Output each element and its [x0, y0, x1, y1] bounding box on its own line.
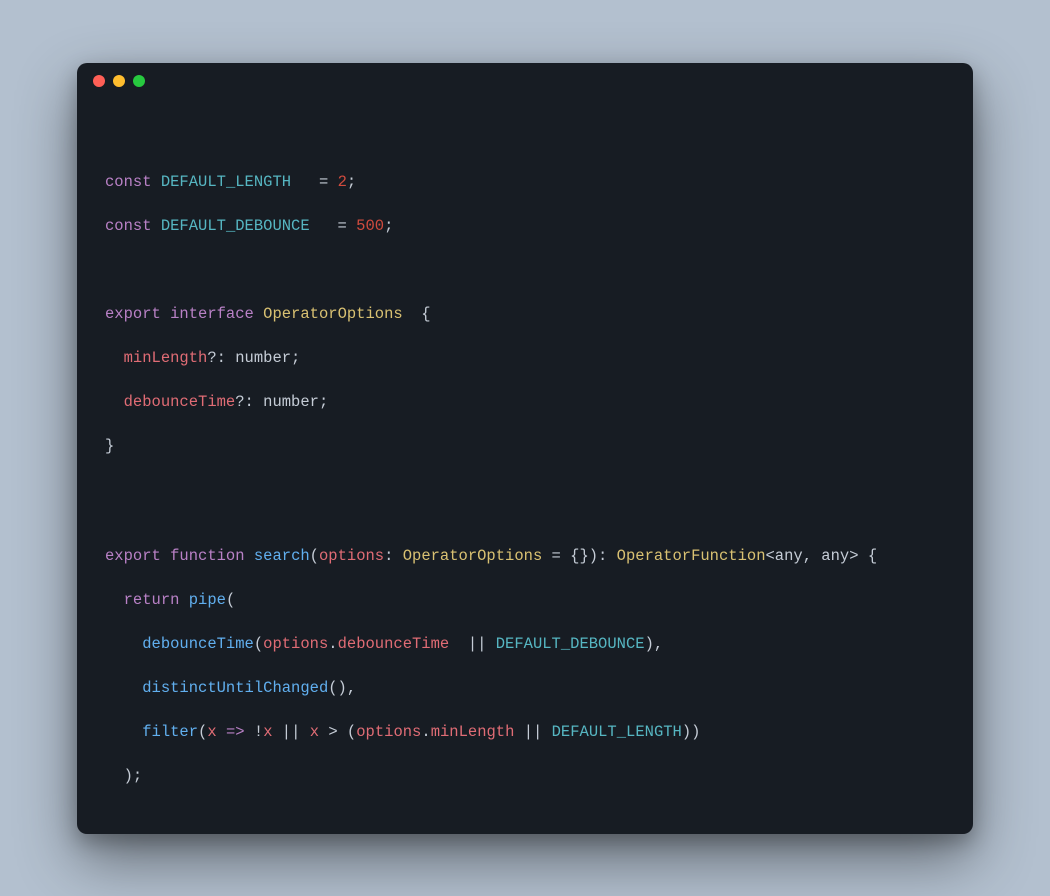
- text: (: [310, 547, 319, 565]
- identifier: DEFAULT_DEBOUNCE: [496, 635, 645, 653]
- number: 2: [338, 173, 347, 191]
- text: );: [124, 767, 143, 785]
- text: }: [105, 833, 114, 834]
- text: > (: [319, 723, 356, 741]
- keyword: export: [105, 547, 161, 565]
- code-line: filter(x => !x || x > (options.minLength…: [105, 721, 945, 743]
- code-line: }: [105, 831, 945, 834]
- code-line: distinctUntilChanged(),: [105, 677, 945, 699]
- code-line: );: [105, 765, 945, 787]
- text: (: [226, 591, 235, 609]
- identifier: x: [263, 723, 272, 741]
- text: {: [859, 547, 878, 565]
- keyword: export: [105, 305, 161, 323]
- function-call: distinctUntilChanged: [142, 679, 328, 697]
- text: ||: [514, 723, 551, 741]
- property: minLength: [431, 723, 515, 741]
- keyword: const: [105, 217, 152, 235]
- property: debounceTime: [124, 393, 236, 411]
- code-line: debounceTime(options.debounceTime || DEF…: [105, 633, 945, 655]
- text: (: [254, 635, 263, 653]
- text: )): [682, 723, 701, 741]
- property: debounceTime: [338, 635, 450, 653]
- identifier: options: [356, 723, 421, 741]
- text: ||: [449, 635, 496, 653]
- type-name: OperatorFunction: [617, 547, 766, 565]
- type-name: OperatorOptions: [403, 547, 543, 565]
- identifier: DEFAULT_DEBOUNCE: [161, 217, 310, 235]
- identifier: x: [310, 723, 319, 741]
- text: :: [384, 547, 403, 565]
- close-icon[interactable]: [93, 75, 105, 87]
- keyword: return: [124, 591, 180, 609]
- keyword: const: [105, 173, 152, 191]
- text: (: [198, 723, 207, 741]
- arrow: =>: [217, 723, 254, 741]
- keyword: interface: [170, 305, 254, 323]
- function-call: pipe: [189, 591, 226, 609]
- code-line: return pipe(: [105, 589, 945, 611]
- code-window: const DEFAULT_LENGTH = 2; const DEFAULT_…: [77, 63, 973, 834]
- keyword: function: [170, 547, 244, 565]
- code-line: minLength?: number;: [105, 347, 945, 369]
- code-line: export interface OperatorOptions {: [105, 303, 945, 325]
- code-line: const DEFAULT_LENGTH = 2;: [105, 171, 945, 193]
- function-call: debounceTime: [142, 635, 254, 653]
- code-line: }: [105, 435, 945, 457]
- number: 500: [356, 217, 384, 235]
- identifier: DEFAULT_LENGTH: [161, 173, 291, 191]
- text: ;: [347, 173, 356, 191]
- code-block: const DEFAULT_LENGTH = 2; const DEFAULT_…: [77, 99, 973, 834]
- code-line: debounceTime?: number;: [105, 391, 945, 413]
- text: ||: [273, 723, 310, 741]
- text: }: [105, 437, 114, 455]
- zoom-icon[interactable]: [133, 75, 145, 87]
- property: minLength: [124, 349, 208, 367]
- text: ;: [384, 217, 393, 235]
- argument: x: [207, 723, 216, 741]
- text: .: [421, 723, 430, 741]
- text: ?: number;: [235, 393, 328, 411]
- function-call: filter: [142, 723, 198, 741]
- text: ),: [645, 635, 664, 653]
- text: = {}):: [542, 547, 616, 565]
- titlebar: [77, 63, 973, 99]
- identifier: DEFAULT_LENGTH: [552, 723, 682, 741]
- text: ?: number;: [207, 349, 300, 367]
- identifier: options: [263, 635, 328, 653]
- text: !: [254, 723, 263, 741]
- text: <any, any>: [766, 547, 859, 565]
- code-line: export function search(options: Operator…: [105, 545, 945, 567]
- text: =: [291, 173, 338, 191]
- type-name: OperatorOptions: [263, 305, 403, 323]
- argument: options: [319, 547, 384, 565]
- function-name: search: [254, 547, 310, 565]
- text: {: [403, 305, 431, 323]
- minimize-icon[interactable]: [113, 75, 125, 87]
- text: =: [310, 217, 357, 235]
- code-line: const DEFAULT_DEBOUNCE = 500;: [105, 215, 945, 237]
- text: (),: [328, 679, 356, 697]
- text: .: [328, 635, 337, 653]
